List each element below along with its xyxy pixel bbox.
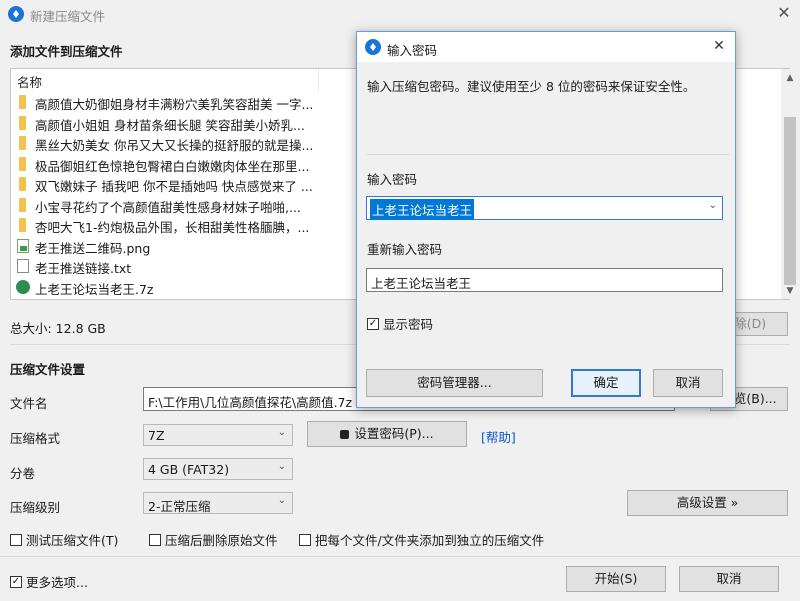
- list-item[interactable]: 双飞嫩妹子 插我吧 你不是插她吗 快点感觉来了 ...: [15, 174, 325, 194]
- checkbox-checked[interactable]: ✓: [10, 575, 22, 588]
- format-label: 压缩格式: [10, 431, 61, 446]
- app-logo-icon: [8, 6, 24, 22]
- level-select-value: 2-正常压缩: [148, 499, 211, 514]
- option-label: 压缩后删除原始文件: [165, 533, 278, 548]
- dialog-divider: [367, 154, 729, 155]
- checkbox[interactable]: [149, 533, 161, 546]
- set-password-label: 设置密码(P)...: [354, 426, 434, 441]
- password-input-value: 上老王论坛当老王: [370, 199, 475, 220]
- option-delete-source[interactable]: 压缩后删除原始文件: [149, 530, 278, 549]
- password-dialog: 输入密码 ✕ 输入压缩包密码。建议使用至少 8 位的密码来保证安全性。 输入密码…: [356, 31, 736, 408]
- app-logo-icon: [365, 39, 381, 55]
- list-item-label: 双飞嫩妹子 插我吧 你不是插她吗 快点感觉来了 ...: [35, 179, 313, 194]
- scroll-down-icon[interactable]: ▼: [781, 284, 799, 298]
- format-select[interactable]: 7Z ⌄: [143, 424, 293, 446]
- volume-select[interactable]: 4 GB (FAT32) ⌄: [143, 458, 293, 480]
- list-item-label: 黑丝大奶美女 你吊又大又长操的挺舒服的就是操...: [35, 138, 314, 153]
- list-item-label: 老王推送二维码.png: [35, 240, 151, 256]
- list-item-label: 高颜值小姐姐 身材苗条细长腿 笑容甜美小娇乳...: [35, 117, 305, 133]
- list-item[interactable]: 高颜值小姐姐 身材苗条细长腿 笑容甜美小娇乳...: [15, 113, 325, 133]
- list-item-label: 小宝寻花约了个高颜值甜美性感身材妹子啪啪,...: [35, 199, 301, 215]
- folder-icon: [19, 197, 26, 212]
- show-password-label: 显示密码: [383, 317, 434, 332]
- dialog-description: 输入压缩包密码。建议使用至少 8 位的密码来保证安全性。: [367, 79, 696, 94]
- list-item[interactable]: 小宝寻花约了个高颜值甜美性感身材妹子啪啪,...: [15, 195, 325, 215]
- window-title: 新建压缩文件: [30, 9, 106, 24]
- chevron-down-icon[interactable]: ⌄: [709, 200, 717, 211]
- dialog-title: 输入密码: [387, 43, 438, 58]
- list-item[interactable]: 老王推送链接.txt: [15, 256, 325, 276]
- chevron-down-icon: ⌄: [277, 495, 286, 506]
- list-item-label: 高颜值大奶御姐身材丰满粉穴美乳笑容甜美 一字...: [35, 97, 314, 112]
- folder-icon: [19, 115, 26, 130]
- help-link[interactable]: [帮助]: [481, 427, 516, 446]
- checkbox[interactable]: [10, 533, 22, 546]
- set-password-button[interactable]: 设置密码(P)...: [307, 421, 467, 447]
- password-label: 输入密码: [367, 172, 418, 187]
- option-separate-archives[interactable]: 把每个文件/文件夹添加到独立的压缩文件: [299, 530, 544, 549]
- format-select-value: 7Z: [148, 428, 165, 443]
- settings-heading: 压缩文件设置: [10, 362, 86, 377]
- checkbox-checked[interactable]: ✓: [367, 317, 379, 330]
- total-size: 总大小: 12.8 GB: [10, 321, 106, 336]
- folder-icon: [19, 218, 26, 232]
- checkbox[interactable]: [299, 533, 311, 546]
- text-file-icon: [17, 259, 29, 273]
- confirm-password-label: 重新输入密码: [367, 242, 443, 257]
- folder-icon: [19, 156, 26, 171]
- list-item-label: 极品御姐红色惊艳包臀裙白白嫩嫩肉体坐在那里...: [35, 158, 310, 174]
- password-manager-button[interactable]: 密码管理器...: [366, 369, 543, 397]
- list-item[interactable]: 老王推送二维码.png: [15, 236, 325, 256]
- list-item-label: 老王推送链接.txt: [35, 261, 132, 276]
- list-item[interactable]: 杏吧大飞1-约炮极品外围，长相甜美性格腼腆，...: [15, 215, 325, 235]
- add-files-heading: 添加文件到压缩文件: [10, 44, 123, 59]
- scroll-up-icon[interactable]: ▲: [781, 71, 799, 85]
- image-file-icon: [17, 238, 29, 253]
- password-input[interactable]: 上老王论坛当老王 ⌄: [366, 196, 723, 220]
- list-item[interactable]: 上老王论坛当老王.7z: [15, 277, 325, 297]
- dialog-cancel-button[interactable]: 取消: [653, 369, 723, 397]
- list-item[interactable]: 高颜值大奶御姐身材丰满粉穴美乳笑容甜美 一字...: [15, 92, 325, 112]
- window-close-button[interactable]: ✕: [772, 2, 796, 24]
- start-button[interactable]: 开始(S): [566, 566, 666, 592]
- ok-button[interactable]: 确定: [571, 369, 641, 397]
- list-item-label: 上老王论坛当老王.7z: [35, 281, 154, 297]
- option-test-archive[interactable]: 测试压缩文件(T): [10, 530, 118, 549]
- list-item-label: 杏吧大飞1-约炮极品外围，长相甜美性格腼腆，...: [35, 220, 310, 235]
- file-list-scrollbar[interactable]: ▲ ▼: [781, 69, 799, 299]
- confirm-password-input[interactable]: 上老王论坛当老王: [366, 268, 723, 292]
- footer-divider: [0, 556, 800, 557]
- option-label: 测试压缩文件(T): [26, 533, 119, 548]
- folder-icon: [19, 95, 26, 109]
- level-label: 压缩级别: [10, 500, 61, 515]
- chevron-down-icon: ⌄: [277, 427, 286, 438]
- title-bar: [0, 0, 800, 28]
- dialog-title-bar: 输入密码 ✕: [357, 32, 735, 62]
- list-item[interactable]: 黑丝大奶美女 你吊又大又长操的挺舒服的就是操...: [15, 133, 325, 153]
- more-options-label: 更多选项...: [26, 575, 88, 590]
- column-header-name[interactable]: 名称: [11, 69, 319, 91]
- dialog-close-button[interactable]: ✕: [709, 38, 729, 54]
- chevron-down-icon: ⌄: [277, 461, 286, 472]
- list-item[interactable]: 极品御姐红色惊艳包臀裙白白嫩嫩肉体坐在那里...: [15, 154, 325, 174]
- filename-label: 文件名: [10, 396, 48, 411]
- level-select[interactable]: 2-正常压缩 ⌄: [143, 492, 293, 514]
- advanced-settings-button[interactable]: 高级设置 »: [627, 490, 788, 516]
- volume-select-value: 4 GB (FAT32): [148, 462, 230, 477]
- archive-file-icon: [16, 279, 30, 294]
- folder-icon: [19, 177, 26, 191]
- volume-label: 分卷: [10, 466, 36, 481]
- cancel-button[interactable]: 取消: [679, 566, 779, 592]
- more-options-toggle[interactable]: ✓ 更多选项...: [10, 572, 88, 591]
- scroll-thumb[interactable]: [784, 117, 796, 285]
- folder-icon: [19, 136, 26, 150]
- lock-icon: [340, 430, 350, 439]
- show-password-toggle[interactable]: ✓ 显示密码: [367, 314, 433, 333]
- option-label: 把每个文件/文件夹添加到独立的压缩文件: [315, 533, 545, 548]
